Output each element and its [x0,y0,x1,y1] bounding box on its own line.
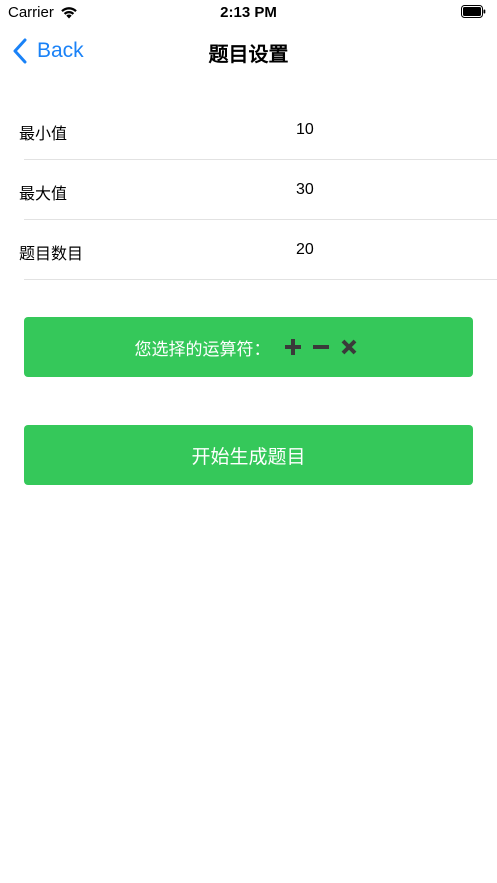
navigation-bar: Back 题目设置 [0,26,497,76]
divider [24,279,497,280]
status-bar: Carrier 2:13 PM [0,0,497,26]
question-count-label: 题目数目 [19,244,84,263]
battery-icon [461,5,486,18]
min-value-label: 最小值 [19,124,68,143]
max-value-label: 最大值 [19,184,68,203]
question-count-input[interactable] [296,241,446,259]
settings-list: 最小值 最大值 题目数目 [0,100,497,280]
max-value-row: 最大值 [0,160,497,220]
max-value-input[interactable] [296,181,446,199]
operator-select-button[interactable]: 您选择的运算符： [24,317,473,377]
operator-select-label: 您选择的运算符： [134,339,271,360]
plus-icon [284,339,301,355]
page-title: 题目设置 [208,42,289,66]
minus-icon [312,345,329,349]
min-value-input[interactable] [296,121,446,139]
multiply-icon [341,339,356,355]
question-count-row: 题目数目 [0,220,497,280]
start-generate-label: 开始生成题目 [191,445,306,468]
status-time: 2:13 PM [220,4,277,21]
start-generate-button[interactable]: 开始生成题目 [24,425,473,485]
min-value-row: 最小值 [0,100,497,160]
